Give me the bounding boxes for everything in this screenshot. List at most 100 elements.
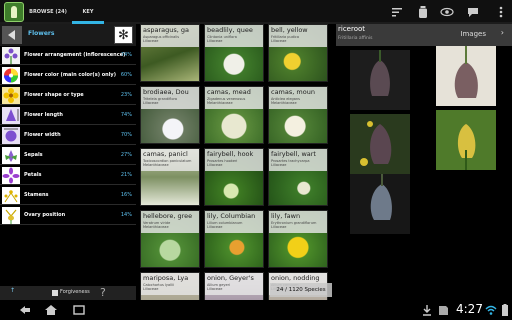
chevron-icon[interactable]: › — [501, 28, 504, 37]
flower-shape-icon — [2, 87, 20, 104]
recent-apps-icon[interactable] — [72, 303, 86, 317]
species-card[interactable]: mariposa, Lya Calochortus lyallii Liliacea… — [140, 272, 200, 300]
attribute-row[interactable]: Flower length 74% — [0, 106, 136, 125]
photo-riceroot-4 — [436, 110, 496, 170]
family-name: Melanthiaceae — [143, 163, 169, 167]
family-name: Liliaceae — [207, 39, 223, 43]
attribute-row[interactable]: Sepals 27% — [0, 146, 136, 165]
detail-panel: riceroot Fritillaria affinis Images › — [336, 24, 512, 300]
species-card[interactable]: fairybell, wart Prosartes trachycarpa Lili… — [268, 148, 328, 206]
attribute-row[interactable]: Ovary position 14% — [0, 206, 136, 225]
family-name: Liliaceae — [207, 225, 223, 229]
species-card[interactable]: asparagus, ga Asparagus officinalis Liliac… — [140, 24, 200, 82]
attribute-percent: 27% — [120, 152, 132, 158]
bottle-icon[interactable] — [416, 5, 430, 19]
attribute-percent: 74% — [120, 112, 132, 118]
back-nav-icon[interactable] — [18, 303, 32, 317]
species-card[interactable]: beadlily, quee Clintonia uniflora Liliacea… — [204, 24, 264, 82]
attribute-label: Stamens — [24, 192, 49, 198]
species-photo[interactable] — [350, 174, 410, 234]
species-card[interactable]: camas, panicl Toxicoscordion paniculatum M… — [140, 148, 200, 206]
species-card[interactable]: camas, mead Zigadenus venenosus Melanthiac… — [204, 86, 264, 144]
attribute-percent: 14% — [120, 212, 132, 218]
help-button[interactable]: ? — [100, 286, 106, 300]
photo-riceroot-1 — [350, 50, 410, 110]
family-name: Liliaceae — [143, 39, 159, 43]
common-name: asparagus, ga — [143, 26, 190, 34]
family-name: Liliaceae — [271, 39, 287, 43]
forgiveness-checkbox[interactable] — [52, 290, 58, 296]
species-card[interactable]: onion, Geyer's Allium geyeri Liliaceae — [204, 272, 264, 300]
species-counter: 24 / 1120 Species — [270, 283, 332, 297]
ovary-icon — [2, 207, 20, 224]
common-name: lily, Columbian — [207, 212, 256, 220]
family-name: Liliaceae — [143, 287, 159, 291]
family-name: Liliaceae — [271, 163, 287, 167]
common-name: hellebore, gree — [143, 212, 193, 220]
species-card[interactable]: lily, Columbian Lilium columbianum Liliace… — [204, 210, 264, 268]
attribute-percent: 70% — [120, 132, 132, 138]
attribute-percent: 21% — [120, 172, 132, 178]
flower-width-icon — [2, 127, 20, 144]
tab-key[interactable]: KEY — [72, 0, 104, 24]
sort-icon[interactable] — [390, 5, 404, 19]
action-bar: BROWSE (24) KEY — [0, 0, 512, 24]
sd-card-icon — [439, 306, 448, 315]
key-header: Flowers — [0, 24, 136, 46]
detail-subtitle: Fritillaria affinis — [338, 36, 373, 41]
attribute-row[interactable]: Flower shape or type 23% — [0, 86, 136, 105]
chat-icon[interactable] — [466, 5, 480, 19]
attribute-row[interactable]: Flower arrangement (inflorescence) 74% — [0, 46, 136, 65]
attribute-label: Sepals — [24, 152, 43, 158]
family-name: Melanthiaceae — [207, 101, 233, 105]
species-card[interactable]: bell, yellow Fritillaria pudica Liliaceae — [268, 24, 328, 82]
species-photo[interactable] — [436, 46, 496, 106]
attribute-percent: 74% — [120, 52, 132, 58]
species-photo[interactable] — [350, 50, 410, 110]
attribute-row[interactable]: Flower color (main color(s) only) 60% — [0, 66, 136, 85]
eye-icon[interactable] — [440, 5, 454, 19]
species-card[interactable]: fairybell, hook Prosartes hookeri Liliacea… — [204, 148, 264, 206]
attribute-percent: 16% — [120, 192, 132, 198]
key-footer: ↑ Forgiveness ? — [0, 286, 136, 300]
family-name: Melanthiaceae — [271, 101, 297, 105]
species-photo[interactable] — [350, 114, 410, 174]
species-photo[interactable] — [436, 110, 496, 170]
common-name: fairybell, hook — [207, 150, 254, 158]
download-icon — [423, 305, 431, 316]
back-icon[interactable] — [2, 26, 22, 44]
flower-length-icon — [2, 107, 20, 124]
images-label[interactable]: Images — [460, 30, 486, 38]
attribute-row[interactable]: Flower width 70% — [0, 126, 136, 145]
flower-icon[interactable] — [114, 26, 133, 45]
species-card[interactable]: lily, fawn Erythronium grandiflorum Liliac… — [268, 210, 328, 268]
family-name: Liliaceae — [207, 163, 223, 167]
sepals-icon — [2, 147, 20, 164]
scroll-up-icon[interactable]: ↑ — [10, 287, 15, 294]
attribute-label: Flower color (main color(s) only) — [24, 72, 116, 78]
common-name: camas, mead — [207, 88, 251, 96]
system-nav-bar: 4:27 — [0, 300, 512, 320]
attribute-row[interactable]: Stamens 16% — [0, 186, 136, 205]
common-name: onion, Geyer's — [207, 274, 254, 282]
home-nav-icon[interactable] — [44, 303, 58, 317]
wifi-icon — [485, 305, 497, 315]
attribute-row[interactable]: Petals 21% — [0, 166, 136, 185]
attribute-label: Flower length — [24, 112, 63, 118]
overflow-menu-icon[interactable] — [494, 5, 508, 19]
stamens-icon — [2, 187, 20, 204]
attribute-percent: 60% — [120, 72, 132, 78]
photo-riceroot-5 — [350, 174, 410, 234]
family-name: Liliaceae — [271, 225, 287, 229]
clock: 4:27 — [456, 302, 483, 316]
species-card[interactable]: hellebore, gree Veratrum viride Melanthiac… — [140, 210, 200, 268]
attribute-label: Flower arrangement (inflorescence) — [24, 52, 126, 58]
common-name: bell, yellow — [271, 26, 308, 34]
species-card[interactable]: camas, moun Anticlea elegans Melanthiaceae — [268, 86, 328, 144]
app-icon[interactable] — [4, 2, 24, 22]
tab-browse[interactable]: BROWSE (24) — [28, 0, 68, 24]
common-name: camas, moun — [271, 88, 315, 96]
common-name: camas, panicl — [143, 150, 188, 158]
species-card[interactable]: brodiaea, Dou Triteleia grandiflora Liliac… — [140, 86, 200, 144]
color-wheel-icon — [2, 67, 20, 84]
